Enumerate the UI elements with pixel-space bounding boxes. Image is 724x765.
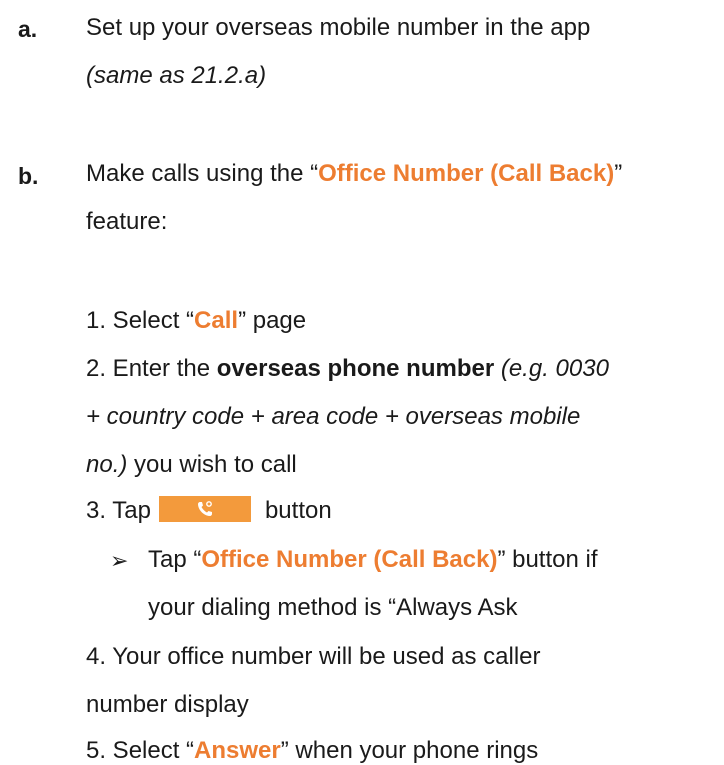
- step-2-line3: no.) you wish to call: [86, 451, 297, 479]
- item-a-label: a.: [18, 16, 38, 42]
- arrow-bullet-icon: ➢: [110, 548, 129, 573]
- item-b-text-pre: Make calls using the “: [86, 160, 319, 187]
- step-5-post: ” when your phone rings: [280, 737, 539, 764]
- call-button[interactable]: [158, 495, 251, 522]
- item-b-text: Make calls using the “Office Number (Cal…: [86, 160, 622, 188]
- sub-step: Tap “Office Number (Call Back)” button i…: [148, 546, 598, 574]
- item-a-text: Set up your overseas mobile number in th…: [86, 14, 591, 41]
- phone-callback-icon: [197, 500, 212, 516]
- step-2-pre: 2. Enter the: [86, 355, 217, 382]
- step-2-example-3: no.): [86, 451, 128, 478]
- step-2-example-2: + country code + area code + overseas mo…: [86, 403, 581, 430]
- step-4: 4. Your office number will be used as ca…: [86, 643, 541, 670]
- call-page-highlight: Call: [194, 307, 239, 334]
- sub-step-pre: Tap “: [148, 546, 202, 573]
- step-2-bold: overseas phone number: [216, 355, 495, 382]
- office-number-callback-highlight: Office Number (Call Back): [318, 160, 615, 187]
- office-number-callback-button-highlight: Office Number (Call Back): [201, 546, 498, 573]
- answer-highlight: Answer: [194, 737, 281, 764]
- sub-step-post: ” button if: [497, 546, 598, 573]
- step-4-line2: number display: [86, 691, 249, 718]
- step-1-pre: 1. Select “: [86, 307, 195, 334]
- step-2-post: you wish to call: [127, 451, 297, 478]
- step-3-pre: 3. Tap: [86, 497, 151, 524]
- step-3-post: button: [264, 497, 332, 524]
- item-b-text-line2: feature:: [86, 208, 168, 235]
- step-3: 3. Tap button: [86, 495, 332, 525]
- step-1: 1. Select “Call” page: [86, 307, 306, 335]
- step-5: 5. Select “Answer” when your phone rings: [86, 737, 538, 765]
- sub-step-line2: your dialing method is “Always Ask: [148, 594, 518, 621]
- item-b-text-post: ”: [614, 160, 623, 187]
- item-a-note: (same as 21.2.a): [86, 62, 267, 89]
- item-b-label: b.: [18, 163, 39, 189]
- step-2: 2. Enter the overseas phone number (e.g.…: [86, 355, 609, 383]
- step-1-post: ” page: [238, 307, 307, 334]
- step-5-pre: 5. Select “: [86, 737, 195, 764]
- step-2-example-1: (e.g. 0030: [500, 355, 609, 382]
